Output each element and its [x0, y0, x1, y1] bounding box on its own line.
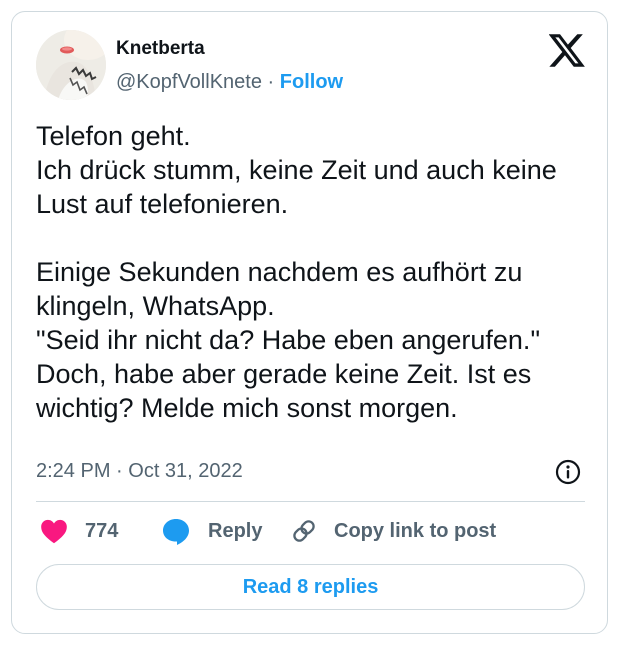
- heart-icon: [40, 518, 68, 544]
- handle-row: @KopfVollKnete · Follow: [116, 71, 343, 94]
- divider: [36, 501, 585, 502]
- reply-button[interactable]: Reply: [161, 516, 262, 546]
- reply-label: Reply: [208, 519, 263, 542]
- post-text: Telefon geht. Ich drück stumm, keine Zei…: [36, 121, 557, 423]
- post-card: Knetberta @KopfVollKnete · Follow Telefo…: [11, 11, 608, 634]
- x-logo-icon[interactable]: [548, 34, 585, 67]
- avatar-image: [36, 30, 106, 100]
- display-name[interactable]: Knetberta: [116, 38, 205, 60]
- user-handle[interactable]: @KopfVollKnete: [116, 71, 262, 93]
- follow-button[interactable]: Follow: [280, 71, 343, 93]
- handle-separator: ·: [267, 71, 275, 93]
- info-icon[interactable]: [554, 458, 582, 486]
- avatar[interactable]: [36, 30, 106, 100]
- link-icon: [290, 517, 318, 545]
- speech-bubble-icon: [161, 517, 191, 545]
- copy-link-button[interactable]: Copy link to post: [290, 516, 496, 546]
- copy-link-label: Copy link to post: [334, 519, 497, 542]
- post-timestamp[interactable]: 2:24 PM · Oct 31, 2022: [36, 460, 243, 483]
- like-button[interactable]: 774: [40, 516, 118, 546]
- read-replies-button[interactable]: Read 8 replies: [36, 564, 585, 610]
- like-count: 774: [85, 519, 119, 542]
